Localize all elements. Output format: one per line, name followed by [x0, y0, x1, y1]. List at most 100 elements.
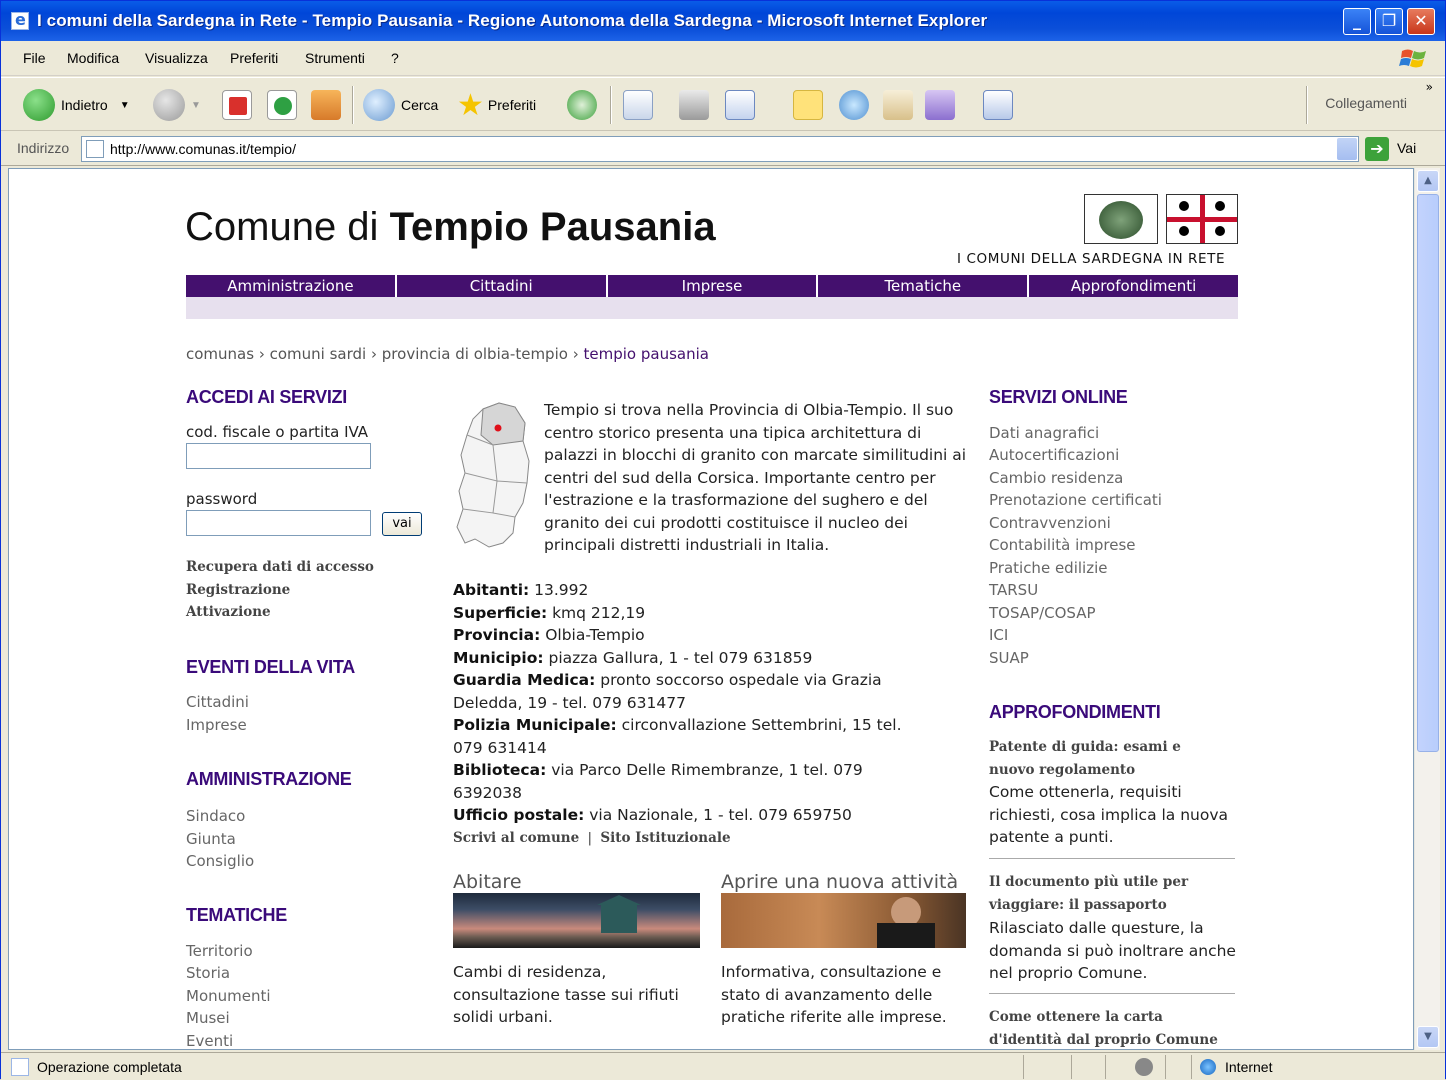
feature-attivita-title[interactable]: Aprire una nuova attività: [721, 871, 958, 893]
links-toolbar-label[interactable]: Collegamenti: [1325, 95, 1407, 111]
research-icon[interactable]: [883, 90, 913, 120]
print-icon[interactable]: [679, 90, 709, 120]
windows-logo-icon: [1399, 49, 1426, 68]
chevron-right-icon[interactable]: »: [1426, 80, 1433, 94]
breadcrumb-link[interactable]: provincia di olbia-tempio: [382, 345, 568, 363]
refresh-icon[interactable]: [267, 90, 297, 120]
search-button[interactable]: Cerca: [363, 88, 438, 122]
popup-blocker-icon[interactable]: [1135, 1058, 1153, 1076]
feature-abitare-image[interactable]: [453, 893, 700, 948]
write-to-council-link[interactable]: Scrivi al comune: [453, 830, 579, 846]
vertical-scrollbar[interactable]: ▲ ▼: [1414, 168, 1440, 1050]
service-link[interactable]: ICI: [989, 624, 1008, 647]
service-link[interactable]: SUAP: [989, 647, 1029, 670]
history-icon[interactable]: [567, 90, 597, 120]
service-link[interactable]: Autocertificazioni: [989, 444, 1119, 467]
feature-attivita-image[interactable]: [721, 893, 966, 948]
service-link[interactable]: Cambio residenza: [989, 467, 1123, 490]
sindaco-link[interactable]: Sindaco: [186, 805, 245, 828]
discuss-icon[interactable]: [793, 90, 823, 120]
life-event-imprese-link[interactable]: Imprese: [186, 714, 247, 737]
nav-amministrazione[interactable]: Amministrazione: [186, 275, 397, 297]
go-arrow-icon[interactable]: ➔: [1365, 137, 1389, 161]
messenger-icon[interactable]: [839, 90, 869, 120]
restore-button[interactable]: ❐: [1375, 8, 1403, 35]
password-input[interactable]: [186, 510, 371, 536]
menu-modifica[interactable]: Modifica: [67, 50, 119, 66]
territorio-link[interactable]: Territorio: [186, 940, 253, 963]
copy-icon[interactable]: [983, 90, 1013, 120]
nav-tematiche[interactable]: Tematiche: [818, 275, 1030, 297]
status-panel-divider: [1023, 1055, 1024, 1079]
service-link[interactable]: Pratiche edilizie: [989, 557, 1107, 580]
eventi-link[interactable]: Eventi: [186, 1030, 233, 1049]
insight-title[interactable]: Il documento più utile per viaggiare: il…: [989, 871, 1229, 917]
giunta-link[interactable]: Giunta: [186, 828, 236, 851]
mail-icon[interactable]: [623, 90, 653, 120]
menu-help[interactable]: ?: [391, 50, 399, 66]
monumenti-link[interactable]: Monumenti: [186, 985, 271, 1008]
breadcrumb: comunas › comuni sardi › provincia di ol…: [186, 345, 709, 363]
service-link[interactable]: TARSU: [989, 579, 1038, 602]
fiscal-code-input[interactable]: [186, 443, 371, 469]
consiglio-link[interactable]: Consiglio: [186, 850, 254, 873]
insight-divider: [989, 858, 1235, 859]
institutional-site-link[interactable]: Sito Istituzionale: [600, 830, 730, 846]
breadcrumb-link[interactable]: comuni sardi: [270, 345, 367, 363]
musei-link[interactable]: Musei: [186, 1007, 230, 1030]
info-row: Ufficio postale: via Nazionale, 1 - tel.…: [453, 806, 852, 824]
favorites-star-icon: ★: [457, 88, 484, 122]
password-field-label: password: [186, 490, 258, 508]
stop-icon[interactable]: [222, 90, 252, 120]
feature-abitare-title[interactable]: Abitare: [453, 871, 522, 893]
menu-strumenti[interactable]: Strumenti: [305, 50, 365, 66]
forward-button[interactable]: ▼: [153, 88, 201, 122]
status-text: Operazione completata: [37, 1059, 182, 1075]
activate-link[interactable]: Attivazione: [186, 604, 271, 620]
life-event-cittadini-link[interactable]: Cittadini: [186, 691, 249, 714]
scroll-thumb[interactable]: [1417, 194, 1439, 752]
address-dropdown-icon[interactable]: [1337, 138, 1357, 160]
service-link[interactable]: TOSAP/COSAP: [989, 602, 1096, 625]
minimize-button[interactable]: _: [1343, 8, 1371, 35]
storia-link[interactable]: Storia: [186, 962, 230, 985]
go-button-label[interactable]: Vai: [1397, 140, 1416, 156]
themes-heading: TEMATICHE: [186, 905, 287, 925]
network-label: I COMUNI DELLA SARDEGNA IN RETE: [957, 251, 1226, 267]
nav-imprese[interactable]: Imprese: [608, 275, 819, 297]
service-link[interactable]: Prenotazione certificati: [989, 489, 1162, 512]
info-row: Provincia: Olbia-Tempio: [453, 626, 645, 644]
back-dropdown-icon[interactable]: ▼: [120, 100, 130, 111]
menu-visualizza[interactable]: Visualizza: [145, 50, 208, 66]
breadcrumb-link[interactable]: comunas: [186, 345, 254, 363]
service-link[interactable]: Dati anagrafici: [989, 422, 1099, 445]
insight-divider: [989, 993, 1235, 994]
translate-icon[interactable]: [925, 90, 955, 120]
address-label: Indirizzo: [17, 140, 70, 156]
edit-icon[interactable]: [725, 90, 755, 120]
insight-title[interactable]: Patente di guida: esami e nuovo regolame…: [989, 736, 1229, 782]
status-page-icon: [11, 1058, 29, 1076]
nav-approfondimenti[interactable]: Approfondimenti: [1029, 275, 1238, 297]
close-button[interactable]: ✕: [1407, 8, 1435, 35]
service-link[interactable]: Contabilità imprese: [989, 534, 1136, 557]
menu-preferiti[interactable]: Preferiti: [230, 50, 278, 66]
title-bar[interactable]: I comuni della Sardegna in Rete - Tempio…: [1, 1, 1445, 41]
window-title: I comuni della Sardegna in Rete - Tempio…: [37, 11, 988, 30]
info-row: Guardia Medica: pronto soccorso ospedale…: [453, 671, 882, 712]
address-input[interactable]: http://www.comunas.it/tempio/: [81, 136, 1359, 162]
scroll-up-icon[interactable]: ▲: [1417, 170, 1439, 192]
insight-title[interactable]: Come ottenere la carta d'identità dal pr…: [989, 1006, 1229, 1049]
login-submit-button[interactable]: vai: [382, 512, 422, 536]
scroll-down-icon[interactable]: ▼: [1417, 1026, 1439, 1048]
home-icon[interactable]: [311, 90, 341, 120]
favorites-button[interactable]: ★ Preferiti: [457, 88, 536, 122]
back-button[interactable]: Indietro ▼: [23, 88, 130, 122]
nav-cittadini[interactable]: Cittadini: [397, 275, 608, 297]
menu-file[interactable]: File: [23, 50, 46, 66]
register-link[interactable]: Registrazione: [186, 582, 290, 598]
page-icon: [86, 140, 104, 158]
service-link[interactable]: Contravvenzioni: [989, 512, 1111, 535]
recover-access-link[interactable]: Recupera dati di accesso: [186, 559, 374, 575]
breadcrumb-separator: ›: [371, 345, 377, 363]
